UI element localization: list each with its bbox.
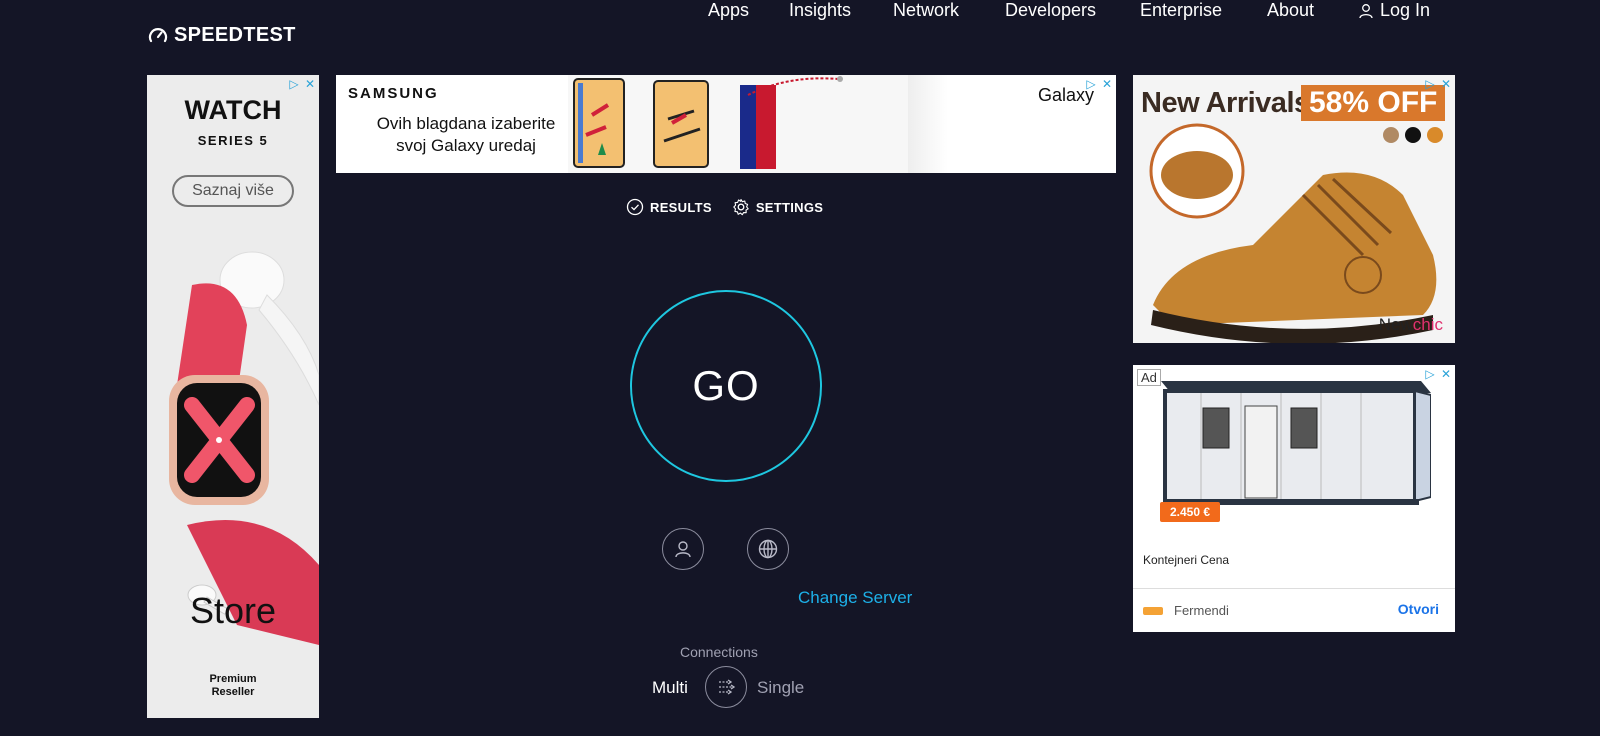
nav-about[interactable]: About [1267, 0, 1314, 21]
otvori-button[interactable]: Otvori [1398, 601, 1439, 617]
multi-arrows-icon [719, 679, 736, 695]
close-icon[interactable]: ✕ [1439, 77, 1453, 91]
adchoices-icon[interactable]: ▷ [287, 77, 301, 91]
nav-network[interactable]: Network [893, 0, 959, 21]
banner-divider [908, 75, 948, 173]
advertiser-name[interactable]: Fermendi [1174, 603, 1229, 618]
tab-settings-label: SETTINGS [755, 199, 824, 215]
ad-kontejneri[interactable]: Ad 2.450 € Kontejneri Cena Fermendi Otvo… [1133, 365, 1455, 632]
connections-toggle[interactable] [705, 666, 747, 708]
close-icon[interactable]: ✕ [1439, 367, 1453, 381]
ad-newchic[interactable]: New Arrivals 58% OFF Newchic ▷ ✕ [1133, 75, 1455, 343]
connections-multi[interactable]: Multi [652, 678, 688, 698]
newchic-logo: Newchic [1378, 315, 1443, 334]
ad-samsung-banner[interactable]: SAMSUNG Ovih blagdana izaberite svoj Gal… [336, 75, 1116, 173]
user-icon [1359, 3, 1373, 18]
tab-results[interactable]: RESULTS [626, 198, 712, 216]
login-label: Log In [1380, 0, 1431, 20]
premium-reseller-badge: Premium Reseller [209, 673, 257, 698]
ad-choices[interactable]: ▷ ✕ [1084, 77, 1114, 91]
watch-series: SERIES 5 [197, 133, 269, 148]
gear-icon [733, 198, 749, 216]
user-icon [675, 541, 691, 558]
adchoices-icon[interactable]: ▷ [1423, 367, 1437, 381]
provider-button[interactable] [662, 528, 704, 570]
globe-icon [758, 539, 778, 559]
price-badge: 2.450 € [1160, 502, 1221, 522]
samsung-brand: SAMSUNG [348, 85, 439, 102]
connections-single[interactable]: Single [757, 678, 804, 698]
nav-insights[interactable]: Insights [789, 0, 851, 21]
gauge-icon [148, 27, 168, 42]
watch-brand: WATCH [184, 95, 282, 125]
samsung-phones-image [568, 75, 908, 173]
tab-results-label: RESULTS [650, 199, 712, 215]
watch-image [169, 251, 319, 645]
nav-login[interactable]: Log In [1358, 0, 1430, 21]
close-icon[interactable]: ✕ [303, 77, 317, 91]
new-arrivals-headline: New Arrivals [1141, 87, 1310, 119]
adchoices-icon[interactable]: ▷ [1423, 77, 1437, 91]
ad-choices[interactable]: ▷ ✕ [287, 77, 317, 91]
speedtest-logo[interactable]: SPEEDTEST [148, 24, 296, 47]
server-button[interactable] [747, 528, 789, 570]
container-image [1161, 381, 1431, 505]
close-icon[interactable]: ✕ [1100, 77, 1114, 91]
nav-developers[interactable]: Developers [1005, 0, 1096, 21]
samsung-copy: Ovih blagdana izaberite svoj Galaxy ured… [376, 114, 556, 155]
ad-title[interactable]: Kontejneri Cena [1143, 553, 1229, 567]
ad-apple-watch[interactable]: ▷ ✕ WATCH SERIES 5 Saznaj više Store Pre… [147, 75, 319, 718]
tab-settings[interactable]: SETTINGS [732, 198, 823, 216]
shoe-image [1149, 123, 1443, 343]
nav-enterprise[interactable]: Enterprise [1140, 0, 1222, 21]
connections-label: Connections [680, 644, 758, 660]
ad-choices[interactable]: ▷ ✕ [1423, 367, 1453, 381]
go-button[interactable]: GO [630, 290, 822, 482]
divider [1133, 588, 1455, 589]
adchoices-icon[interactable]: ▷ [1084, 77, 1098, 91]
ad-choices[interactable]: ▷ ✕ [1423, 77, 1453, 91]
nav-apps[interactable]: Apps [708, 0, 749, 21]
change-server-link[interactable]: Change Server [798, 588, 912, 608]
result-settings-tabs: RESULTS SETTINGS [626, 198, 823, 216]
saznaj-vise-button[interactable]: Saznaj više [172, 175, 294, 207]
ad-label: Ad [1137, 369, 1161, 386]
advertiser-logo [1143, 607, 1163, 615]
logo-text: SPEEDTEST [174, 24, 296, 46]
check-circle-icon [626, 198, 644, 216]
store-label: Store [189, 590, 277, 631]
go-label: GO [692, 362, 760, 409]
